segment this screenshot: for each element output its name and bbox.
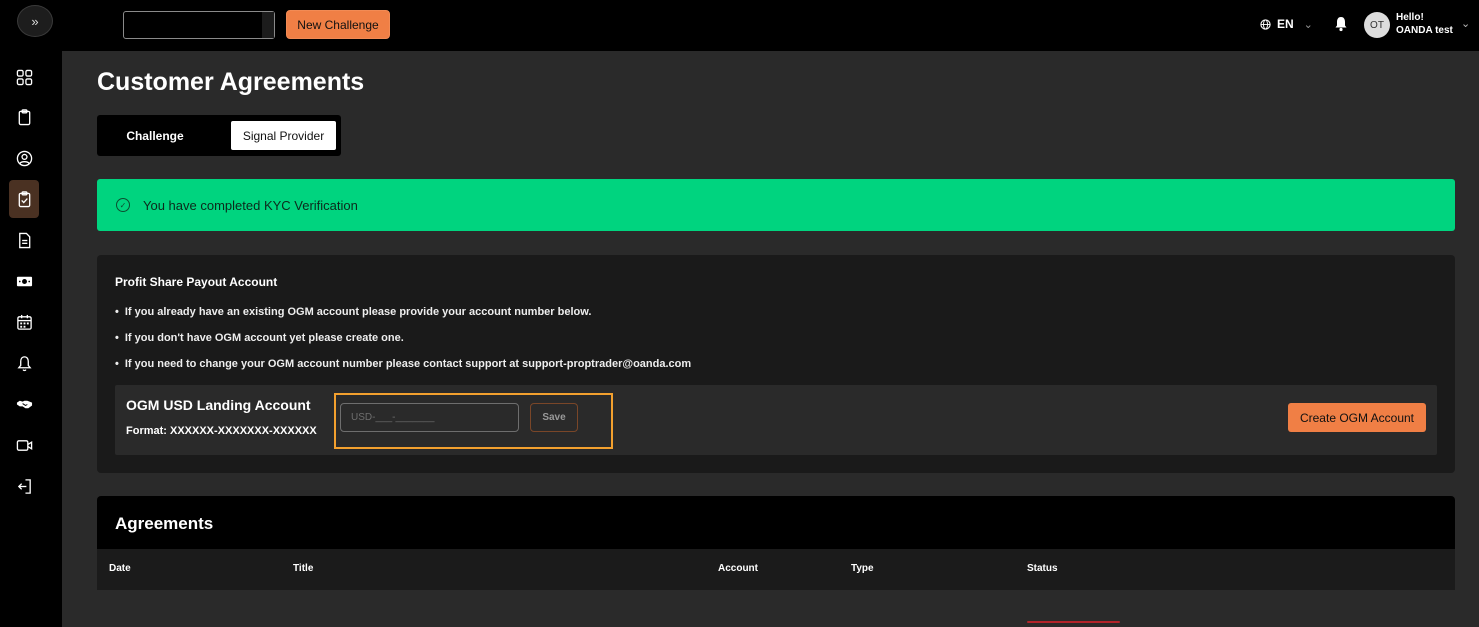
payout-account-card: Profit Share Payout Account If you alrea… — [97, 255, 1455, 473]
avatar[interactable]: OT — [1364, 12, 1390, 38]
check-circle-icon: ✓ — [116, 198, 130, 212]
landing-account-title: OGM USD Landing Account — [126, 397, 311, 413]
ogm-account-input[interactable] — [340, 403, 519, 432]
expand-sidebar-button[interactable]: » — [17, 5, 53, 37]
agreements-table-header: Date Title Account Type Status — [97, 549, 1455, 590]
sidebar — [0, 51, 62, 627]
instruction-item: If you already have an existing OGM acco… — [115, 306, 691, 332]
landing-account-format: Format: XXXXXX-XXXXXXX-XXXXXX — [126, 425, 317, 437]
save-button[interactable]: Save — [530, 403, 578, 432]
sidebar-item-clipboard[interactable] — [9, 98, 39, 136]
tab-signal-provider[interactable]: Signal Provider — [231, 121, 336, 150]
sidebar-item-notifications[interactable] — [9, 344, 39, 382]
sidebar-item-agreements[interactable] — [9, 180, 39, 218]
payout-instructions: If you already have an existing OGM acco… — [115, 306, 691, 384]
bell-outline-icon — [16, 355, 32, 371]
document-icon — [18, 232, 30, 248]
payout-card-title: Profit Share Payout Account — [115, 275, 278, 289]
sidebar-item-video[interactable] — [9, 426, 39, 464]
page-title: Customer Agreements — [97, 68, 365, 96]
user-circle-icon — [16, 150, 32, 166]
user-name: OANDA test — [1396, 25, 1453, 36]
sidebar-item-payouts[interactable] — [9, 262, 39, 300]
greeting-text: Hello! — [1396, 12, 1424, 23]
agreements-section: Agreements Date Title Account Type Statu… — [97, 496, 1455, 627]
handshake-icon — [16, 400, 32, 408]
account-selector[interactable] — [123, 11, 275, 39]
table-row — [97, 590, 1455, 627]
column-header-date[interactable]: Date — [109, 563, 131, 574]
instruction-item: If you need to change your OGM account n… — [115, 358, 691, 384]
calendar-icon — [16, 314, 32, 330]
column-header-type[interactable]: Type — [851, 563, 874, 574]
landing-account-row: OGM USD Landing Account Format: XXXXXX-X… — [115, 385, 1437, 455]
agreement-tabs: Challenge Signal Provider — [97, 115, 341, 156]
agreements-title: Agreements — [115, 514, 214, 533]
language-label: EN — [1277, 17, 1294, 31]
user-greeting[interactable]: Hello! OANDA test — [1396, 11, 1453, 37]
logout-icon — [17, 478, 31, 494]
chevron-down-icon: ⌄ — [1303, 18, 1313, 31]
top-bar: » New Challenge EN ⌄ OT Hello! OANDA tes… — [0, 0, 1479, 51]
sidebar-item-documents[interactable] — [9, 221, 39, 259]
sidebar-item-partners[interactable] — [9, 385, 39, 423]
column-header-status[interactable]: Status — [1027, 563, 1058, 574]
sidebar-item-calendar[interactable] — [9, 303, 39, 341]
sidebar-item-profile[interactable] — [9, 139, 39, 177]
new-challenge-button[interactable]: New Challenge — [286, 10, 390, 39]
sidebar-item-logout[interactable] — [9, 467, 39, 505]
language-selector[interactable]: EN ⌄ — [1260, 17, 1313, 31]
create-ogm-account-button[interactable]: Create OGM Account — [1288, 403, 1426, 432]
user-menu-chevron-icon[interactable]: ⌄ — [1461, 17, 1470, 30]
tab-challenge[interactable]: Challenge — [101, 121, 209, 150]
app-root: » New Challenge EN ⌄ OT Hello! OANDA tes… — [0, 0, 1479, 627]
avatar-initials: OT — [1370, 19, 1384, 31]
dashboard-grid-icon — [16, 69, 32, 85]
globe-icon — [1260, 18, 1271, 30]
column-header-title[interactable]: Title — [293, 563, 313, 574]
kyc-success-banner: ✓ You have completed KYC Verification — [97, 179, 1455, 231]
kyc-banner-text: You have completed KYC Verification — [143, 197, 358, 213]
instruction-item: If you don't have OGM account yet please… — [115, 332, 691, 358]
video-icon — [16, 439, 32, 451]
sidebar-item-dashboard[interactable] — [9, 58, 39, 96]
account-input-group: Save — [334, 393, 613, 449]
clipboard-icon — [18, 108, 30, 125]
selector-scrollbar[interactable] — [262, 12, 274, 38]
clipboard-check-icon — [18, 190, 30, 207]
column-header-account[interactable]: Account — [718, 563, 758, 574]
double-chevron-right-icon: » — [31, 13, 39, 29]
main-content: Customer Agreements Challenge Signal Pro… — [62, 51, 1479, 627]
money-icon — [16, 276, 32, 286]
status-badge — [1027, 621, 1120, 623]
notification-bell-icon[interactable] — [1334, 16, 1348, 32]
